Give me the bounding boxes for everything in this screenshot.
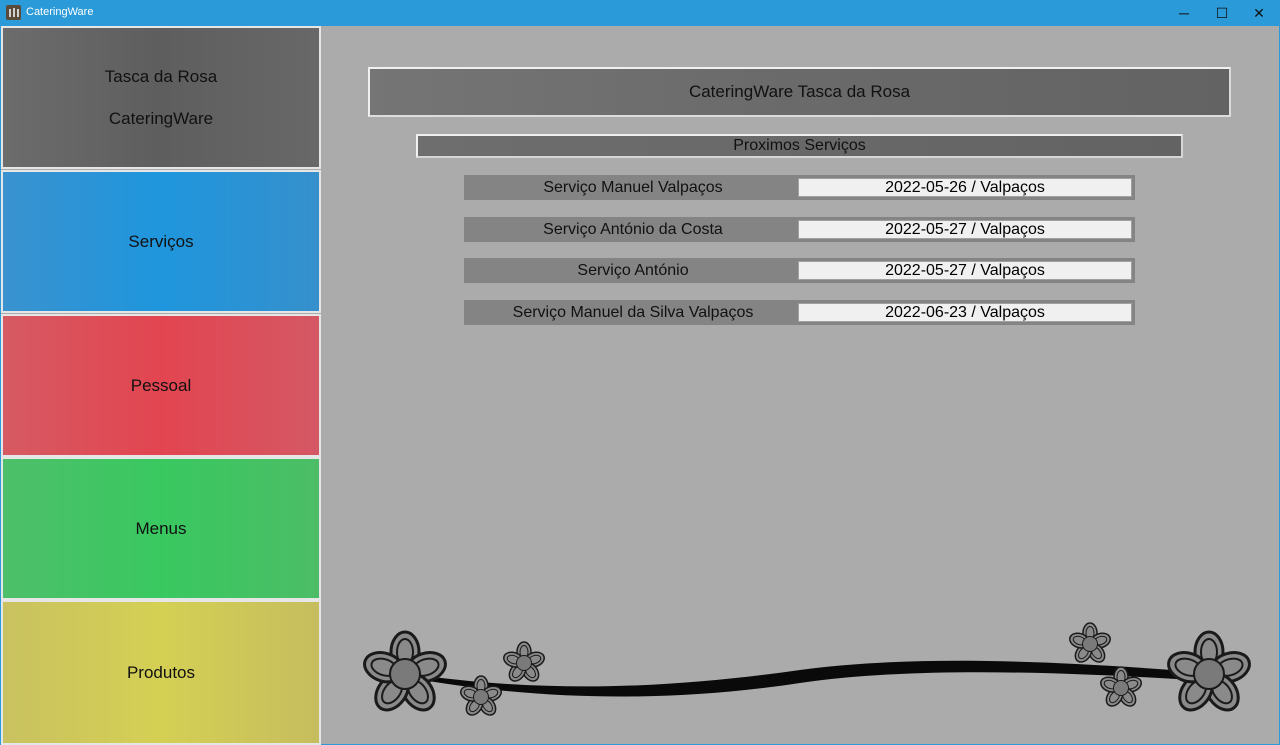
page-title-banner: CateringWare Tasca da Rosa xyxy=(368,67,1231,117)
sidebar-item-pessoal[interactable]: Pessoal xyxy=(1,314,321,457)
service-row[interactable]: Serviço Manuel da Silva Valpaços 2022-06… xyxy=(464,300,1135,325)
service-name: Serviço António da Costa xyxy=(543,220,723,238)
section-title: Proximos Serviços xyxy=(733,137,866,154)
minimize-button[interactable]: ─ xyxy=(1165,0,1203,26)
close-button[interactable]: ✕ xyxy=(1240,0,1278,26)
sidebar-item-servicos[interactable]: Serviços xyxy=(1,170,321,313)
sidebar-item-label: Menus xyxy=(135,518,187,538)
service-date-field: 2022-05-26 / Valpaços xyxy=(798,178,1132,197)
sidebar-item-label: Produtos xyxy=(126,662,196,682)
close-icon: ✕ xyxy=(1253,4,1265,21)
service-date-field: 2022-06-23 / Valpaços xyxy=(798,303,1132,322)
minimize-icon: ─ xyxy=(1179,5,1189,21)
sidebar-item-produtos[interactable]: Produtos xyxy=(1,600,321,745)
sidebar-item-label: Pessoal xyxy=(130,375,192,395)
restaurant-name: Tasca da Rosa xyxy=(104,66,218,86)
section-title-bar: Proximos Serviços xyxy=(416,134,1183,158)
page-title: CateringWare Tasca da Rosa xyxy=(688,82,911,101)
service-row[interactable]: Serviço Manuel Valpaços 2022-05-26 / Val… xyxy=(464,175,1135,200)
service-date-field: 2022-05-27 / Valpaços xyxy=(798,220,1132,239)
app-icon xyxy=(6,5,21,20)
app-name: CateringWare xyxy=(108,108,214,128)
sidebar-header: Tasca da Rosa CateringWare xyxy=(1,26,321,169)
sidebar-item-label: Serviços xyxy=(128,231,194,251)
title-bar: CateringWare ─ ☐ ✕ xyxy=(0,0,1280,26)
service-name: Serviço Manuel Valpaços xyxy=(543,178,723,196)
window-title: CateringWare xyxy=(26,6,94,18)
service-row[interactable]: Serviço António da Costa 2022-05-27 / Va… xyxy=(464,217,1135,242)
flower-vine-ornament-icon xyxy=(359,622,1255,719)
sidebar: Tasca da Rosa CateringWare Serviços Pess… xyxy=(1,26,321,745)
maximize-icon: ☐ xyxy=(1215,4,1229,21)
service-name: Serviço Manuel da Silva Valpaços xyxy=(512,303,754,321)
maximize-button[interactable]: ☐ xyxy=(1203,0,1241,26)
service-row[interactable]: Serviço António 2022-05-27 / Valpaços xyxy=(464,258,1135,283)
service-date-field: 2022-05-27 / Valpaços xyxy=(798,261,1132,280)
sidebar-item-menus[interactable]: Menus xyxy=(1,457,321,600)
service-name: Serviço António xyxy=(577,261,689,279)
